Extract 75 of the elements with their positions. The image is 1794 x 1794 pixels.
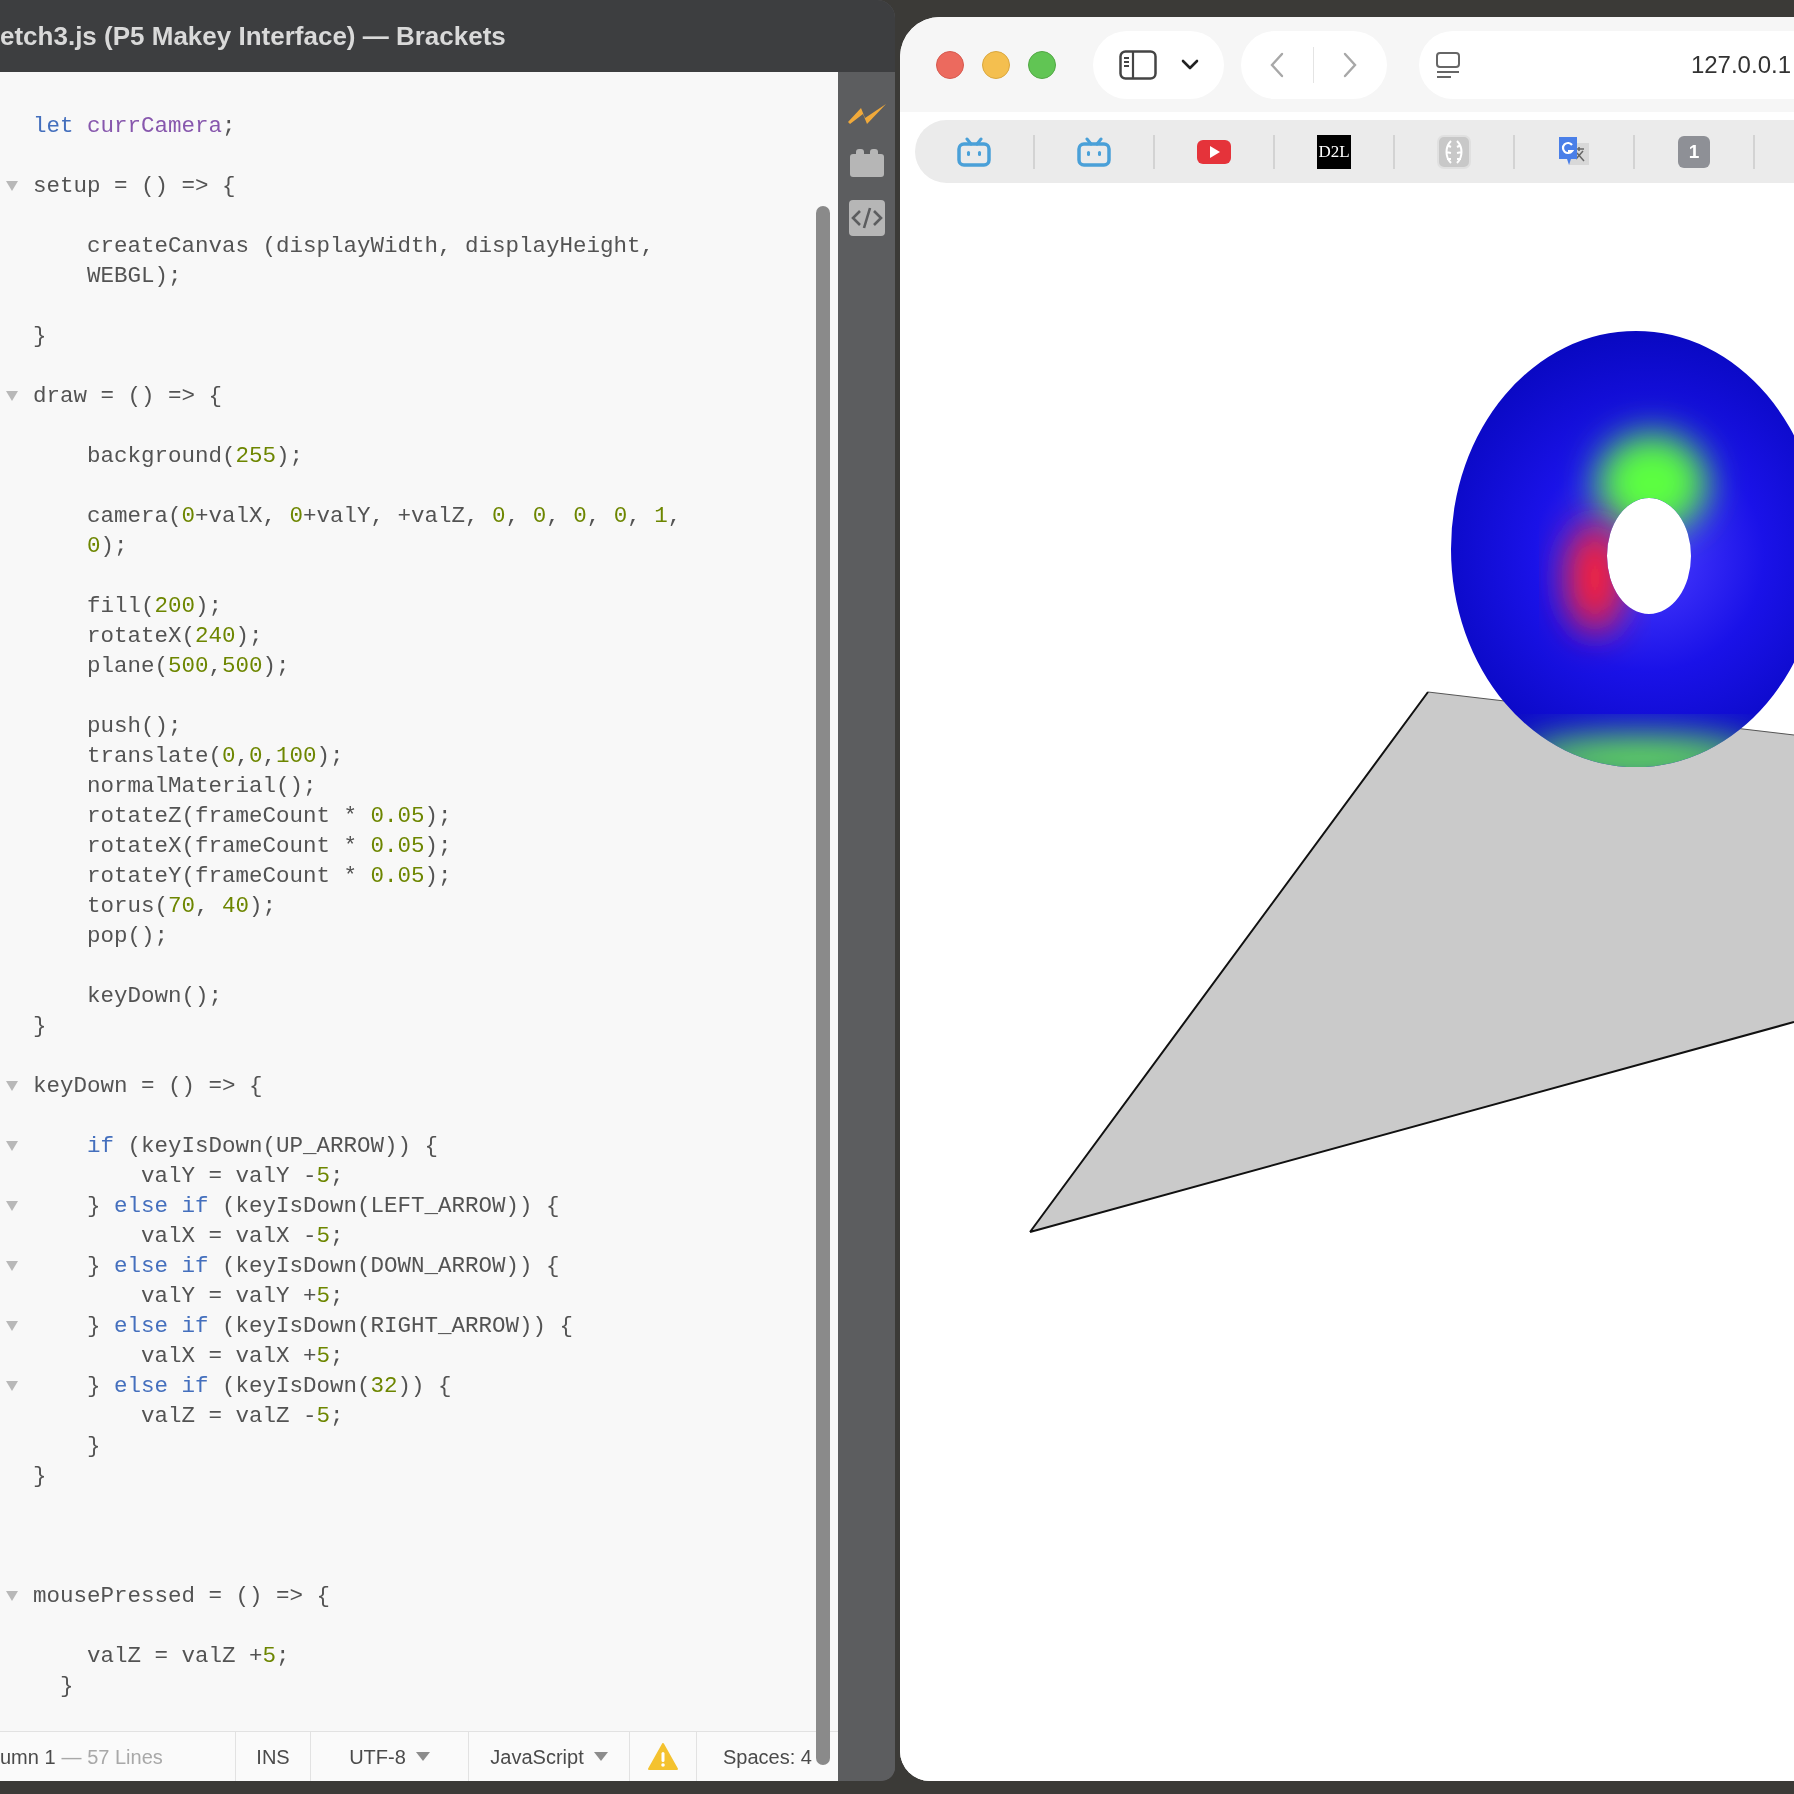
sidebar-icon xyxy=(1118,49,1157,80)
code-line: mousePressed = () => { xyxy=(33,1582,331,1611)
code-tag-icon[interactable] xyxy=(848,200,885,236)
fold-triangle-icon[interactable] xyxy=(6,391,18,401)
minimize-button[interactable] xyxy=(982,50,1010,79)
code-line: rotateX(frameCount * 0.05); xyxy=(86,832,452,861)
code-line: rotateZ(frameCount * 0.05); xyxy=(86,802,452,831)
play-video-icon[interactable] xyxy=(1197,139,1231,164)
code-line: draw = () => { xyxy=(33,382,223,411)
code-line: } else if (keyIsDown(DOWN_ARROW)) { xyxy=(86,1252,560,1281)
tv-icon[interactable] xyxy=(1077,136,1111,167)
code-line: push(); xyxy=(86,712,182,741)
reader-icon xyxy=(1435,50,1461,79)
line-count: — 57 Lines xyxy=(61,1744,163,1770)
code-line: valX = valX -5; xyxy=(140,1222,344,1251)
chevron-left-icon xyxy=(1270,51,1284,78)
code-line: pop(); xyxy=(86,922,169,951)
fold-triangle-icon[interactable] xyxy=(6,181,18,191)
warning-icon[interactable] xyxy=(648,1743,678,1770)
fold-triangle-icon[interactable] xyxy=(6,1201,18,1211)
fold-triangle-icon[interactable] xyxy=(6,1321,18,1331)
code-line: } xyxy=(59,1672,74,1701)
code-line: valZ = valZ -5; xyxy=(140,1402,344,1431)
code-line: let currCamera; xyxy=(33,112,236,141)
fold-triangle-icon[interactable] xyxy=(6,1591,18,1601)
code-line: WEBGL); xyxy=(86,262,182,291)
tv-icon[interactable] xyxy=(957,136,991,167)
code-line: valY = valY +5; xyxy=(140,1282,344,1311)
scrollbar-thumb[interactable] xyxy=(816,206,830,1765)
d2l-bookmark[interactable]: D2L xyxy=(1317,134,1351,169)
code-line: keyDown = () => { xyxy=(33,1072,263,1101)
code-line: normalMaterial(); xyxy=(86,772,317,801)
fold-triangle-icon[interactable] xyxy=(6,1141,18,1151)
code-line: } xyxy=(33,1462,47,1491)
lightning-icon[interactable] xyxy=(846,102,887,126)
plugin-block-icon[interactable] xyxy=(848,148,885,178)
code-line: } xyxy=(33,1012,47,1041)
code-line: } else if (keyIsDown(RIGHT_ARROW)) { xyxy=(86,1312,574,1341)
code-line: torus(70, 40); xyxy=(86,892,277,921)
code-line: keyDown(); xyxy=(86,982,223,1011)
dropdown-caret-icon xyxy=(593,1752,608,1761)
code-line: } else if (keyIsDown(32)) { xyxy=(86,1372,452,1401)
code-line: translate(0,0,100); xyxy=(86,742,344,771)
chevron-down-icon xyxy=(1180,59,1199,70)
insert-mode[interactable]: INS xyxy=(236,1732,311,1781)
code-line: valX = valX +5; xyxy=(140,1342,344,1371)
code-line: fill(200); xyxy=(86,592,223,621)
code-line: setup = () => { xyxy=(33,172,236,201)
code-line: rotateY(frameCount * 0.05); xyxy=(86,862,452,891)
fold-triangle-icon[interactable] xyxy=(6,1081,18,1091)
maximize-button[interactable] xyxy=(1028,50,1056,79)
fold-triangle-icon[interactable] xyxy=(6,1261,18,1271)
close-button[interactable] xyxy=(936,50,964,79)
fold-triangle-icon[interactable] xyxy=(6,1381,18,1391)
window-title: etch3.js (P5 Makey Interface) — Brackets xyxy=(0,19,506,53)
code-line: 0); xyxy=(86,532,128,561)
cursor-position: umn 1 xyxy=(0,1744,56,1770)
code-line: background(255); xyxy=(86,442,304,471)
leaf-icon[interactable] xyxy=(1437,134,1471,169)
code-line: } xyxy=(33,322,47,351)
code-line: } xyxy=(86,1432,101,1461)
code-line: camera(0+valX, 0+valY, +valZ, 0, 0, 0, 0, 1, xyxy=(86,502,682,531)
code-line: createCanvas (displayWidth, displayHeight, xyxy=(86,232,655,261)
address-field[interactable]: 127.0.0.1 xyxy=(1419,30,1794,99)
code-line: valY = valY -5; xyxy=(140,1162,344,1191)
chevron-right-icon xyxy=(1343,51,1357,78)
language-dropdown[interactable]: JavaScript xyxy=(469,1732,630,1781)
encoding-dropdown[interactable]: UTF-8 xyxy=(311,1732,469,1781)
code-line: rotateX(240); xyxy=(86,622,263,651)
indent-setting[interactable]: Spaces: 4 xyxy=(697,1732,838,1781)
code-line: if (keyIsDown(UP_ARROW)) { xyxy=(86,1132,439,1161)
code-line: plane(500,500); xyxy=(86,652,290,681)
code-line: } else if (keyIsDown(LEFT_ARROW)) { xyxy=(86,1192,560,1221)
code-line: valZ = valZ +5; xyxy=(86,1642,290,1671)
dropdown-caret-icon xyxy=(415,1752,430,1761)
